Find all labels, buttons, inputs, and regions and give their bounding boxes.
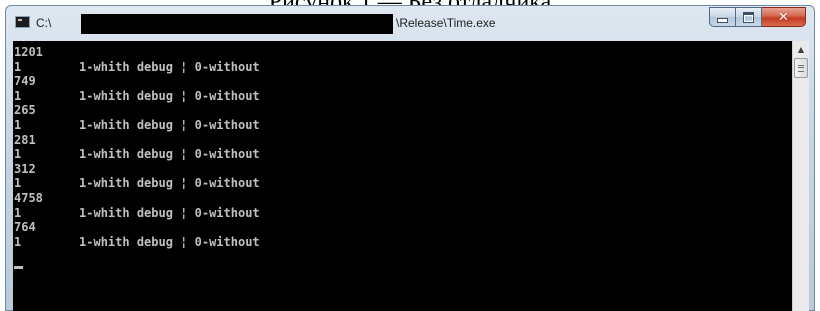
close-button[interactable]: ✕ [762,7,806,27]
console-line: 1 1-whith debug ¦ 0-without [14,176,260,191]
redacted-path-block [81,14,393,34]
page: Рисунок 1 — Без отладчика C:\ \Release\T… [0,0,820,311]
console-output-area[interactable]: 1201 1 1-whith debug ¦ 0-without 749 1 1… [13,41,792,311]
console-app-icon[interactable] [15,16,30,28]
scroll-track[interactable] [793,78,809,311]
console-line: 1 1-whith debug ¦ 0-without [14,88,260,103]
console-line: 4758 [14,190,43,205]
maximize-icon [743,11,754,23]
console-line: 1201 [14,45,43,59]
window-title-suffix: \Release\Time.exe [396,16,496,30]
window-controls: ✕ [709,7,806,27]
text-cursor [14,266,23,269]
console-window: C:\ \Release\Time.exe ✕ 1201 1 1-whith d… [5,5,815,311]
window-title-prefix: C:\ [36,16,52,30]
scroll-thumb[interactable] [794,58,808,78]
console-line: 1 1-whith debug ¦ 0-without [14,234,260,249]
console-line: 764 [14,220,36,235]
console-line: 312 [14,161,36,176]
maximize-button[interactable] [736,7,762,27]
title-bar[interactable]: C:\ \Release\Time.exe ✕ [6,6,814,40]
console-line: 265 [14,103,36,118]
console-line: 1 1-whith debug ¦ 0-without [14,205,260,220]
console-line: 281 [14,132,36,147]
console-text: 1201 1 1-whith debug ¦ 0-without 749 1 1… [14,45,260,249]
console-line: 1 1-whith debug ¦ 0-without [14,117,260,132]
console-line: 1 1-whith debug ¦ 0-without [14,147,260,162]
close-icon: ✕ [778,9,789,25]
minimize-icon [717,17,728,23]
console-line: 1 1-whith debug ¦ 0-without [14,59,260,74]
console-line: 749 [14,74,36,89]
minimize-button[interactable] [709,7,736,27]
vertical-scrollbar[interactable]: ▲ [792,41,809,311]
scroll-up-arrow-icon[interactable]: ▲ [793,41,809,58]
